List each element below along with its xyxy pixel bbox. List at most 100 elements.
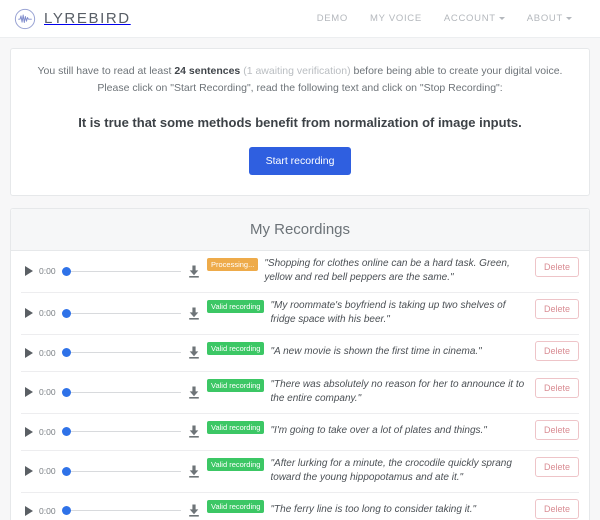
recording-row: 0:00 Valid recording "A new movie is shown… bbox=[21, 335, 579, 372]
playback-slider[interactable] bbox=[62, 348, 181, 358]
playback-slider-thumb[interactable] bbox=[62, 348, 71, 357]
playback-slider[interactable] bbox=[62, 427, 181, 437]
download-icon bbox=[188, 346, 200, 359]
download-icon bbox=[188, 465, 200, 478]
audio-player: 0:00 bbox=[21, 387, 181, 397]
download-icon bbox=[188, 307, 200, 320]
brand-home-link[interactable]: LYREBIRD bbox=[14, 8, 131, 30]
download-button[interactable] bbox=[181, 504, 207, 517]
playback-time: 0:00 bbox=[39, 466, 56, 476]
playback-slider-track bbox=[67, 271, 181, 272]
delete-button[interactable]: Delete bbox=[535, 420, 579, 440]
play-icon[interactable] bbox=[25, 387, 33, 397]
recording-sentence: "Shopping for clothes online can be a ha… bbox=[264, 257, 535, 286]
delete-button[interactable]: Delete bbox=[535, 341, 579, 361]
instructions-line-2: Please click on "Start Recording", read … bbox=[29, 80, 571, 97]
playback-slider-track bbox=[67, 313, 181, 314]
play-icon[interactable] bbox=[25, 506, 33, 516]
playback-slider[interactable] bbox=[62, 466, 181, 476]
waveform-circle-logo-icon bbox=[14, 8, 36, 30]
playback-slider-track bbox=[67, 510, 181, 511]
recording-sentence: "After lurking for a minute, the crocodi… bbox=[270, 457, 535, 486]
status-badge: Valid recording bbox=[207, 300, 264, 313]
nav-item-account[interactable]: ACCOUNT bbox=[444, 13, 505, 24]
recordings-panel: My Recordings 0:00 Processing... "Shopping… bbox=[10, 208, 590, 520]
start-recording-button[interactable]: Start recording bbox=[249, 147, 352, 175]
download-button[interactable] bbox=[181, 307, 207, 320]
download-icon bbox=[188, 386, 200, 399]
audio-player: 0:00 bbox=[21, 348, 181, 358]
audio-player: 0:00 bbox=[21, 266, 181, 276]
awaiting-verification-note: (1 awaiting verification) bbox=[240, 65, 353, 77]
status-badge: Valid recording bbox=[207, 342, 264, 355]
playback-slider-thumb[interactable] bbox=[62, 388, 71, 397]
delete-button[interactable]: Delete bbox=[535, 457, 579, 477]
audio-player: 0:00 bbox=[21, 308, 181, 318]
audio-player: 0:00 bbox=[21, 427, 181, 437]
delete-button[interactable]: Delete bbox=[535, 499, 579, 519]
playback-slider[interactable] bbox=[62, 308, 181, 318]
play-icon[interactable] bbox=[25, 348, 33, 358]
playback-slider-thumb[interactable] bbox=[62, 467, 71, 476]
instructions-text-before: You still have to read at least bbox=[38, 65, 175, 77]
chevron-down-icon bbox=[499, 17, 505, 20]
top-navbar: LYREBIRD DEMO MY VOICE ACCOUNT ABOUT bbox=[0, 0, 600, 38]
recording-sentence: "I'm going to take over a lot of plates … bbox=[270, 424, 535, 439]
nav-item-my-voice[interactable]: MY VOICE bbox=[370, 13, 422, 24]
instructions-line-1: You still have to read at least 24 sente… bbox=[29, 63, 571, 80]
prompt-sentence: It is true that some methods benefit fro… bbox=[29, 115, 571, 130]
recording-sentence: "The ferry line is too long to consider … bbox=[270, 503, 535, 518]
status-badge: Valid recording bbox=[207, 379, 264, 392]
status-badge: Processing... bbox=[207, 258, 258, 271]
delete-button[interactable]: Delete bbox=[535, 257, 579, 277]
download-button[interactable] bbox=[181, 346, 207, 359]
playback-slider-track bbox=[67, 352, 181, 353]
delete-button[interactable]: Delete bbox=[535, 299, 579, 319]
playback-slider[interactable] bbox=[62, 506, 181, 516]
delete-button[interactable]: Delete bbox=[535, 378, 579, 398]
nav-item-about[interactable]: ABOUT bbox=[527, 13, 572, 24]
playback-slider-thumb[interactable] bbox=[62, 267, 71, 276]
nav-item-demo-label: DEMO bbox=[317, 13, 348, 24]
playback-slider[interactable] bbox=[62, 266, 181, 276]
audio-player: 0:00 bbox=[21, 466, 181, 476]
nav-item-my-voice-label: MY VOICE bbox=[370, 13, 422, 24]
recording-row: 0:00 Valid recording "After lurking for a … bbox=[21, 451, 579, 493]
play-icon[interactable] bbox=[25, 427, 33, 437]
nav-links: DEMO MY VOICE ACCOUNT ABOUT bbox=[317, 13, 586, 24]
recordings-list: 0:00 Processing... "Shopping for clothes o… bbox=[11, 251, 589, 520]
playback-time: 0:00 bbox=[39, 266, 56, 276]
playback-slider-thumb[interactable] bbox=[62, 427, 71, 436]
playback-time: 0:00 bbox=[39, 387, 56, 397]
download-button[interactable] bbox=[181, 465, 207, 478]
download-button[interactable] bbox=[181, 425, 207, 438]
status-badge: Valid recording bbox=[207, 458, 264, 471]
playback-slider[interactable] bbox=[62, 387, 181, 397]
brand-name: LYREBIRD bbox=[44, 10, 131, 27]
playback-slider-track bbox=[67, 431, 181, 432]
nav-item-about-label: ABOUT bbox=[527, 13, 563, 24]
playback-time: 0:00 bbox=[39, 427, 56, 437]
playback-slider-track bbox=[67, 471, 181, 472]
recording-row: 0:00 Valid recording "I'm going to take ov… bbox=[21, 414, 579, 451]
recording-row: 0:00 Valid recording "There was absolutely… bbox=[21, 372, 579, 414]
playback-slider-thumb[interactable] bbox=[62, 309, 71, 318]
play-icon[interactable] bbox=[25, 266, 33, 276]
playback-slider-thumb[interactable] bbox=[62, 506, 71, 515]
recording-sentence: "There was absolutely no reason for her … bbox=[270, 378, 535, 407]
instructions-text-after: before being able to create your digital… bbox=[354, 65, 563, 77]
play-icon[interactable] bbox=[25, 308, 33, 318]
download-button[interactable] bbox=[181, 265, 207, 278]
recordings-title: My Recordings bbox=[11, 209, 589, 251]
play-icon[interactable] bbox=[25, 466, 33, 476]
status-badge: Valid recording bbox=[207, 421, 264, 434]
instructions-panel: You still have to read at least 24 sente… bbox=[10, 48, 590, 196]
download-icon bbox=[188, 265, 200, 278]
recording-row: 0:00 Processing... "Shopping for clothes o… bbox=[21, 251, 579, 293]
sentences-remaining-count: 24 sentences bbox=[174, 65, 240, 77]
recording-row: 0:00Valid recording"My roommate's boyfri… bbox=[21, 293, 579, 335]
recording-sentence: "A new movie is shown the first time in … bbox=[270, 345, 535, 360]
download-button[interactable] bbox=[181, 386, 207, 399]
nav-item-demo[interactable]: DEMO bbox=[317, 13, 348, 24]
chevron-down-icon bbox=[566, 17, 572, 20]
